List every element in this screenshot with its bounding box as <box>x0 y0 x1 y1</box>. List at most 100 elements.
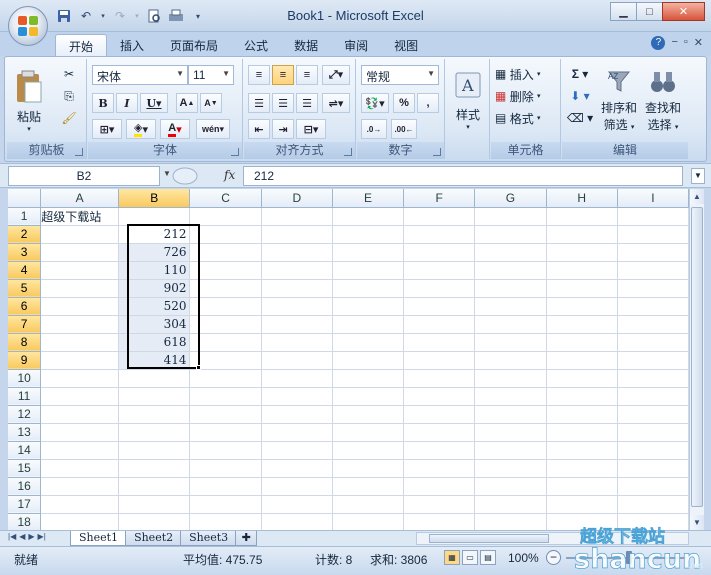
cell-f10[interactable] <box>403 369 476 388</box>
cell-i11[interactable] <box>617 387 689 406</box>
cell-g5[interactable] <box>474 279 547 298</box>
normal-view-icon[interactable]: ▦ <box>444 550 460 565</box>
page-layout-view-icon[interactable]: ▭ <box>462 550 478 565</box>
font-size-combo[interactable]: 11 ▼ <box>188 65 234 85</box>
cell-g18[interactable] <box>474 513 547 530</box>
row-header[interactable]: 6 <box>8 297 42 316</box>
cell-b10[interactable] <box>118 369 191 388</box>
cell-a4[interactable] <box>40 261 120 280</box>
cell-c16[interactable] <box>189 477 262 496</box>
cell-e4[interactable] <box>332 261 405 280</box>
name-box[interactable]: B2 <box>8 166 160 186</box>
align-top-icon[interactable]: ≡ <box>248 65 270 85</box>
column-header[interactable]: A <box>40 189 120 208</box>
copy-icon[interactable]: ⎘ <box>59 87 79 105</box>
cell-c11[interactable] <box>189 387 262 406</box>
cell-b12[interactable] <box>118 405 191 424</box>
cell-i4[interactable] <box>617 261 689 280</box>
cell-i1[interactable] <box>617 207 689 226</box>
cell-b3[interactable]: 726 <box>118 243 191 262</box>
cell-f5[interactable] <box>403 279 476 298</box>
number-format-combo[interactable]: 常规 ▼ <box>361 65 439 85</box>
workbook-minimize-icon[interactable]: − <box>671 36 677 50</box>
cell-f2[interactable] <box>403 225 476 244</box>
row-header[interactable]: 7 <box>8 315 42 334</box>
worksheet-grid[interactable]: A B C D E F G H I 1 超级下载站 2 212 3 726 4 110 5 902… <box>8 189 689 530</box>
cell-a5[interactable] <box>40 279 120 298</box>
cell-b14[interactable] <box>118 441 191 460</box>
cell-g15[interactable] <box>474 459 547 478</box>
row-header[interactable]: 11 <box>8 387 42 406</box>
font-name-combo[interactable]: 宋体 ▼ <box>92 65 188 85</box>
cell-c12[interactable] <box>189 405 262 424</box>
cell-g8[interactable] <box>474 333 547 352</box>
autosum-icon[interactable]: Σ ▾ <box>566 65 594 83</box>
cell-h14[interactable] <box>546 441 618 460</box>
fill-icon[interactable]: ⬇ ▾ <box>566 87 594 105</box>
cell-c10[interactable] <box>189 369 262 388</box>
clear-icon[interactable]: ⌫ ▾ <box>566 109 594 127</box>
cell-b1[interactable] <box>118 207 191 226</box>
cell-i2[interactable] <box>617 225 689 244</box>
cell-e18[interactable] <box>332 513 405 530</box>
row-header[interactable]: 10 <box>8 369 42 388</box>
cell-i7[interactable] <box>617 315 689 334</box>
cell-h15[interactable] <box>546 459 618 478</box>
vertical-scrollbar[interactable]: ▲ ▼ <box>689 189 704 530</box>
column-header[interactable]: C <box>189 189 262 208</box>
cell-d15[interactable] <box>261 459 333 478</box>
cell-a13[interactable] <box>40 423 120 442</box>
column-header[interactable]: H <box>546 189 618 208</box>
merge-center-icon[interactable]: ⊟▾ <box>296 119 326 139</box>
cell-e3[interactable] <box>332 243 405 262</box>
align-bottom-icon[interactable]: ≡ <box>296 65 318 85</box>
formula-resize-handle[interactable] <box>170 166 200 186</box>
workbook-restore-icon[interactable]: ▫ <box>684 36 688 50</box>
cell-g17[interactable] <box>474 495 547 514</box>
cell-h16[interactable] <box>546 477 618 496</box>
cell-h1[interactable] <box>546 207 618 226</box>
row-header[interactable]: 12 <box>8 405 42 424</box>
cell-f7[interactable] <box>403 315 476 334</box>
increase-font-icon[interactable]: A ▲ <box>176 93 198 113</box>
cell-d12[interactable] <box>261 405 333 424</box>
alignment-dialog-launcher-icon[interactable] <box>344 148 352 156</box>
cell-g7[interactable] <box>474 315 547 334</box>
cell-c14[interactable] <box>189 441 262 460</box>
cell-h2[interactable] <box>546 225 618 244</box>
cell-h10[interactable] <box>546 369 618 388</box>
row-header[interactable]: 9 <box>8 351 42 370</box>
cell-b4[interactable]: 110 <box>118 261 191 280</box>
cell-d13[interactable] <box>261 423 333 442</box>
align-center-icon[interactable]: ☰ <box>272 93 294 113</box>
cell-a12[interactable] <box>40 405 120 424</box>
cell-d9[interactable] <box>261 351 333 370</box>
row-header[interactable]: 4 <box>8 261 42 280</box>
cell-d5[interactable] <box>261 279 333 298</box>
cell-h8[interactable] <box>546 333 618 352</box>
cell-h6[interactable] <box>546 297 618 316</box>
cell-c17[interactable] <box>189 495 262 514</box>
cell-e15[interactable] <box>332 459 405 478</box>
cell-b15[interactable] <box>118 459 191 478</box>
row-header[interactable]: 15 <box>8 459 42 478</box>
row-header[interactable]: 1 <box>8 207 42 226</box>
decrease-decimal-icon[interactable]: .00← <box>391 119 417 139</box>
office-button[interactable] <box>8 6 48 46</box>
cell-h18[interactable] <box>546 513 618 530</box>
scroll-up-icon[interactable]: ▲ <box>690 189 704 204</box>
horizontal-scroll-thumb[interactable] <box>429 534 549 543</box>
sort-filter-button[interactable]: AZ 排序和 筛选 ▾ <box>598 63 640 139</box>
insert-function-icon[interactable]: fx <box>224 168 235 182</box>
delete-cells-button[interactable]: ▦ 删除 ▾ <box>495 87 541 105</box>
cell-c1[interactable] <box>189 207 262 226</box>
font-color-icon[interactable]: A ▾ <box>160 119 190 139</box>
cell-i12[interactable] <box>617 405 689 424</box>
column-header[interactable]: G <box>474 189 547 208</box>
cell-f15[interactable] <box>403 459 476 478</box>
cell-i13[interactable] <box>617 423 689 442</box>
horizontal-scrollbar[interactable] <box>416 532 689 545</box>
cell-e16[interactable] <box>332 477 405 496</box>
column-header-selected[interactable]: B <box>118 189 191 208</box>
format-cells-button[interactable]: ▤ 格式 ▾ <box>495 109 541 127</box>
